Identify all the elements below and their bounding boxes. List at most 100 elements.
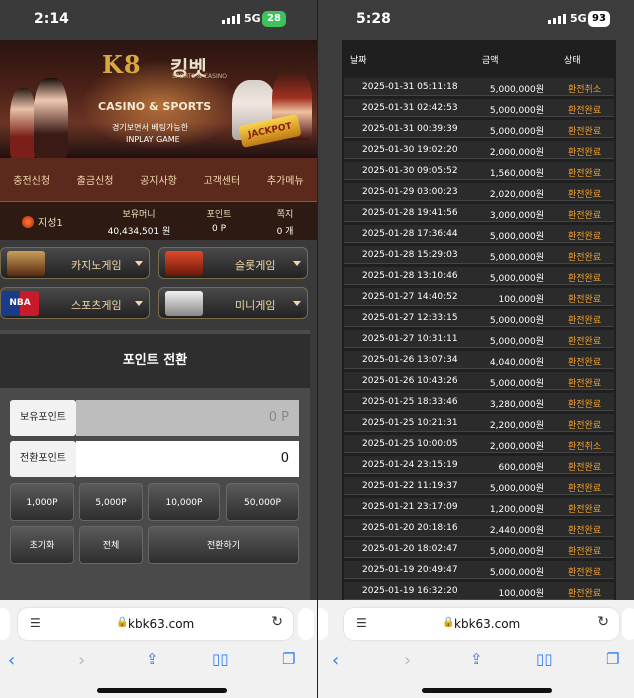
- row-amount: 2,020,000원: [489, 190, 544, 200]
- top-menu: 충전신청 출금신청 공지사항 고객센터 추가메뉴: [0, 158, 317, 202]
- held-point-label: 보유포인트: [10, 400, 76, 436]
- row-amount: 3,000,000원: [489, 211, 544, 221]
- row-amount: 1,560,000원: [489, 169, 544, 179]
- next-tab-edge[interactable]: [298, 608, 314, 640]
- screenshot-stage: 2:14 5G 28 K8 킹벳 SPORTS & CASINO CASINO …: [0, 0, 634, 698]
- message-label: 쪽지: [276, 210, 294, 220]
- row-status: 환전완료: [568, 211, 602, 221]
- forward-icon[interactable]: ›: [404, 650, 411, 671]
- menu-more[interactable]: 추가메뉴: [267, 172, 304, 187]
- game-buttons: 카지노게임 슬롯게임 NBA 스포츠게임 미니게임: [0, 244, 317, 324]
- row-status: 환전완료: [568, 400, 602, 410]
- row-amount: 5,000,000원: [489, 127, 544, 137]
- menu-notice[interactable]: 공지사항: [140, 172, 177, 187]
- row-date: 2025-01-25 10:21:31: [362, 418, 458, 428]
- row-status: 환전완료: [568, 505, 602, 515]
- next-tab-edge[interactable]: [622, 608, 634, 640]
- url-text: kbk63.com: [128, 617, 195, 631]
- row-amount: 3,280,000원: [489, 400, 544, 410]
- model-figure-1: [10, 88, 36, 158]
- balance-label: 보유머니: [122, 210, 156, 220]
- amount-10000-button[interactable]: 10,000P: [148, 483, 220, 521]
- slot-icon: [165, 251, 203, 276]
- casino-game-button[interactable]: 카지노게임: [0, 247, 150, 279]
- row-status: 환전완료: [568, 253, 602, 263]
- promo-banner[interactable]: K8 킹벳 SPORTS & CASINO CASINO & SPORTS 경기…: [0, 40, 317, 158]
- table-row: 2025-01-27 12:33:15 5,000,000원 환전완료: [344, 309, 614, 327]
- tabs-icon[interactable]: ❐: [606, 650, 619, 668]
- share-icon[interactable]: ⇪: [146, 650, 159, 668]
- browser-toolbar: ☰ 🔒 kbk63.com ↻ ‹ › ⇪ ▯▯ ❐: [0, 600, 317, 698]
- table-row: 2025-01-31 02:42:53 5,000,000원 환전완료: [344, 99, 614, 117]
- amount-5000-button[interactable]: 5,000P: [79, 483, 143, 521]
- model-figure-2: [34, 78, 68, 158]
- back-icon[interactable]: ‹: [8, 650, 15, 671]
- row-amount: 5,000,000원: [489, 274, 544, 284]
- account-info-bar: 지성1 보유머니 40,434,501 원 포인트 0 P 쪽지 0 개: [0, 202, 317, 240]
- amount-1000-button[interactable]: 1,000P: [10, 483, 74, 521]
- all-button[interactable]: 전체: [79, 526, 143, 564]
- prev-tab-edge[interactable]: [318, 608, 328, 640]
- share-icon[interactable]: ⇪: [470, 650, 483, 668]
- banner-tagline-1: 경기보면서 베팅가능한: [112, 123, 189, 132]
- url-text: kbk63.com: [454, 617, 521, 631]
- reload-icon[interactable]: ↻: [597, 614, 609, 630]
- banner-tagline-2: INPLAY GAME: [126, 135, 180, 144]
- nba-icon: NBA: [1, 291, 39, 316]
- menu-support[interactable]: 고객센터: [203, 172, 240, 187]
- convert-submit-button[interactable]: 전환하기: [148, 526, 299, 564]
- menu-deposit[interactable]: 충전신청: [13, 172, 50, 187]
- reader-icon[interactable]: ☰: [356, 616, 367, 630]
- row-amount: 2,200,000원: [489, 421, 544, 431]
- row-date: 2025-01-30 09:05:52: [362, 166, 458, 176]
- address-bar[interactable]: ☰ 🔒 kbk63.com ↻: [344, 608, 619, 640]
- row-date: 2025-01-20 20:18:16: [362, 523, 458, 533]
- point-label: 포인트: [206, 210, 232, 220]
- casino-icon: [7, 251, 45, 276]
- address-bar[interactable]: ☰ 🔒 kbk63.com ↻: [18, 608, 293, 640]
- row-date: 2025-01-31 05:11:18: [362, 82, 458, 92]
- table-row: 2025-01-19 16:32:20 100,000원 환전완료: [344, 582, 614, 600]
- row-amount: 5,000,000원: [489, 232, 544, 242]
- message-column[interactable]: 쪽지 0 개: [262, 207, 308, 237]
- amount-50000-button[interactable]: 50,000P: [226, 483, 299, 521]
- back-icon[interactable]: ‹: [332, 650, 339, 671]
- row-status: 환전완료: [568, 589, 602, 599]
- forward-icon[interactable]: ›: [78, 650, 85, 671]
- table-row: 2025-01-29 03:00:23 2,020,000원 환전완료: [344, 183, 614, 201]
- reader-icon[interactable]: ☰: [30, 616, 41, 630]
- row-date: 2025-01-26 10:43:26: [362, 376, 458, 386]
- header-date: 날짜: [350, 56, 367, 66]
- convert-point-label: 전환포인트: [10, 441, 76, 477]
- row-amount: 600,000원: [498, 463, 545, 473]
- row-status: 환전완료: [568, 127, 602, 137]
- row-date: 2025-01-22 11:19:37: [362, 481, 458, 491]
- home-indicator: [97, 688, 227, 693]
- table-row: 2025-01-24 23:15:19 600,000원 환전완료: [344, 456, 614, 474]
- user-badge[interactable]: 지성1: [22, 214, 63, 229]
- prev-tab-edge[interactable]: [0, 608, 10, 640]
- right-phone-screen: 5:28 5G 93 날짜 금액 상태 2025-01-31 05:11:18 5…: [317, 0, 634, 698]
- menu-withdraw[interactable]: 출금신청: [77, 172, 114, 187]
- tabs-icon[interactable]: ❐: [282, 650, 295, 668]
- row-status: 환전완료: [568, 379, 602, 389]
- reset-button[interactable]: 초기화: [10, 526, 74, 564]
- slot-game-button[interactable]: 슬롯게임: [158, 247, 308, 279]
- row-amount: 5,000,000원: [489, 379, 544, 389]
- mini-game-button[interactable]: 미니게임: [158, 287, 308, 319]
- table-row: 2025-01-27 10:31:11 5,000,000원 환전완료: [344, 330, 614, 348]
- row-amount: 5,000,000원: [489, 337, 544, 347]
- row-date: 2025-01-19 16:32:20: [362, 586, 458, 596]
- signal-icon: [222, 14, 240, 24]
- sports-game-button[interactable]: NBA 스포츠게임: [0, 287, 150, 319]
- balance-column: 보유머니 40,434,501 원: [104, 207, 174, 237]
- bookmarks-icon[interactable]: ▯▯: [536, 650, 553, 668]
- status-bar: 5:28 5G 93: [318, 0, 634, 40]
- row-status: 환전완료: [568, 526, 602, 536]
- level-icon: [22, 215, 34, 228]
- bookmarks-icon[interactable]: ▯▯: [212, 650, 229, 668]
- reload-icon[interactable]: ↻: [271, 614, 283, 630]
- row-amount: 5,000,000원: [489, 85, 544, 95]
- convert-point-input[interactable]: 0: [76, 441, 299, 477]
- table-row: 2025-01-28 15:29:03 5,000,000원 환전완료: [344, 246, 614, 264]
